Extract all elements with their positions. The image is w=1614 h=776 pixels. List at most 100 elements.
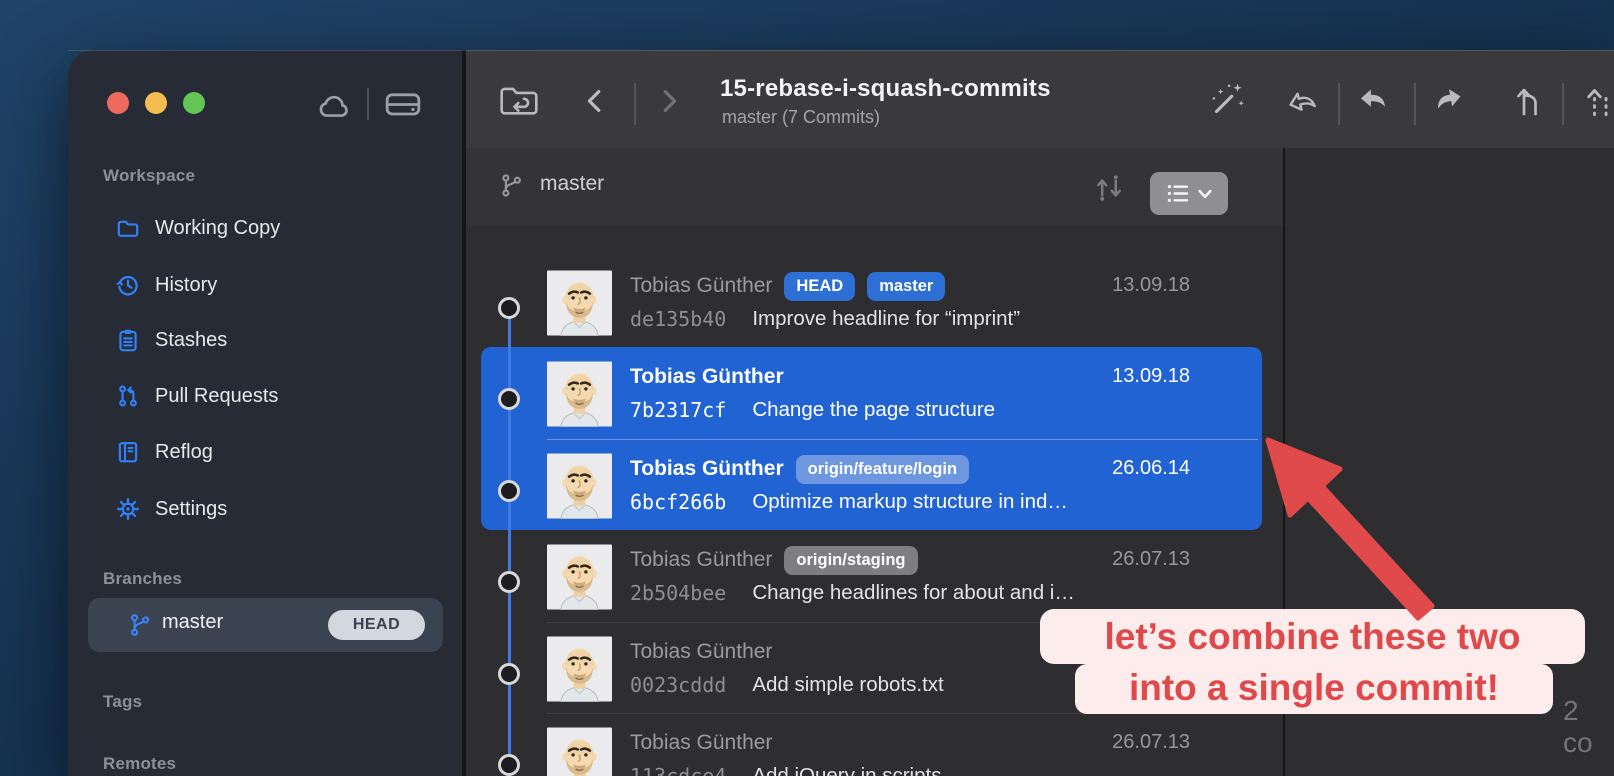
avatar <box>547 453 612 519</box>
section-label-remotes: Remotes <box>103 754 176 774</box>
commit-author-avatar <box>547 544 612 610</box>
ref-badge-origin-feature-login: origin/feature/login <box>796 455 969 484</box>
gear-icon <box>115 496 141 522</box>
discard-button[interactable] <box>1280 80 1322 122</box>
commit-author-avatar <box>547 453 612 519</box>
detail-panel-text-fragment: 2 co <box>1563 695 1614 759</box>
sidebar-item-label: Pull Requests <box>155 381 278 411</box>
undo-arrow-icon <box>1352 80 1394 122</box>
commit-author: Tobias Günther <box>630 548 772 572</box>
chevron-right-icon <box>654 84 684 118</box>
toolbar-divider <box>1338 83 1340 125</box>
commit-row[interactable]: Tobias Günther origin/staging 26.07.13 2b50… <box>466 530 1283 621</box>
sidebar-item-label: Reflog <box>155 437 213 467</box>
sidebar-item-label: Stashes <box>155 325 227 355</box>
commit-date: 13.09.18 <box>1112 365 1190 388</box>
cloud-icon[interactable] <box>315 90 353 120</box>
toolbar: 15-rebase-i-squash-commits master (7 Com… <box>466 50 1614 149</box>
history-clock-icon <box>115 272 141 298</box>
list-view-icon <box>1166 181 1191 206</box>
commit-author-avatar <box>547 727 612 776</box>
commit-hash: 2b504bee <box>630 581 726 605</box>
ref-badge-master: master <box>867 272 945 301</box>
open-repo-folder-button[interactable] <box>498 80 540 122</box>
avatar <box>547 727 612 776</box>
folder-icon <box>115 215 141 241</box>
ref-badge-origin-staging: origin/staging <box>784 546 917 575</box>
compare-arrows-icon[interactable] <box>1092 173 1126 203</box>
traffic-light-minimize[interactable] <box>145 92 167 114</box>
merge-branch-icon <box>1509 80 1549 122</box>
chevron-left-icon <box>580 84 610 118</box>
commit-message: Change headlines for about and i… <box>752 581 1075 605</box>
git-branch-icon <box>127 612 153 638</box>
magic-wand-icon <box>1206 80 1248 122</box>
commit-row[interactable]: Tobias Günther 26.07.13 113cdce4 Add jQuery… <box>466 713 1283 776</box>
merge-button[interactable] <box>1508 80 1550 122</box>
sidebar-item-working-copy[interactable]: Working Copy <box>115 213 280 243</box>
sidebar-item-reflog[interactable]: Reflog <box>115 437 213 467</box>
sidebar-item-label: History <box>155 270 217 300</box>
commit-row[interactable]: Tobias Günther HEAD master 13.09.18 de135b40… <box>466 256 1283 347</box>
commit-row[interactable]: Tobias Günther13.09.187b2317cfChange the… <box>466 347 1283 438</box>
commit-author: Tobias Günther <box>630 274 772 298</box>
pull-button[interactable] <box>1584 80 1614 122</box>
commit-date: 26.07.13 <box>1112 731 1190 754</box>
history-branch-label: master <box>540 172 604 196</box>
section-label-branches: Branches <box>103 569 182 589</box>
chevron-down-icon <box>1198 189 1212 199</box>
sidebar-item-stashes[interactable]: Stashes <box>115 325 227 355</box>
commit-author-avatar <box>547 361 612 427</box>
sidebar-item-settings[interactable]: Settings <box>115 494 227 524</box>
head-badge: HEAD <box>328 610 425 640</box>
avatar <box>547 544 612 610</box>
commit-message: Improve headline for “imprint” <box>752 307 1020 331</box>
pull-request-icon <box>115 383 141 409</box>
repo-subtitle: master (7 Commits) <box>722 107 880 128</box>
redo-button[interactable] <box>1428 80 1470 122</box>
commit-hash: 0023cddd <box>630 673 726 697</box>
commit-hash: 113cdce4 <box>630 764 726 776</box>
commit-message: Optimize markup structure in ind… <box>752 490 1068 514</box>
commit-author: Tobias Günther <box>630 640 772 664</box>
commit-message: Add jQuery in scripts <box>752 764 941 776</box>
sidebar-item-label: Working Copy <box>155 213 280 243</box>
commit-date: 26.07.13 <box>1112 548 1190 571</box>
forward-button[interactable] <box>648 80 690 122</box>
undo-button[interactable] <box>1352 80 1394 122</box>
repo-folder-icon <box>498 83 540 119</box>
ref-badge-head: HEAD <box>784 272 855 301</box>
sidebar-item-history[interactable]: History <box>115 270 217 300</box>
repo-title: 15-rebase-i-squash-commits <box>720 75 1051 103</box>
toolbar-divider <box>1562 83 1564 125</box>
sidebar-item-label: Settings <box>155 494 227 524</box>
commit-message: Change the page structure <box>752 398 995 422</box>
commit-hash: 6bcf266b <box>630 490 726 514</box>
back-button[interactable] <box>574 80 616 122</box>
section-label-tags: Tags <box>103 692 142 712</box>
pull-dashed-arrow-icon <box>1584 80 1614 122</box>
avatar <box>547 636 612 702</box>
sidebar-item-branch-master[interactable]: master HEAD <box>88 598 443 652</box>
commit-author-avatar <box>547 636 612 702</box>
list-view-dropdown-button[interactable] <box>1150 172 1228 215</box>
nav-divider <box>634 83 636 125</box>
drive-icon[interactable] <box>383 88 423 120</box>
commit-author: Tobias Günther <box>630 731 772 755</box>
commit-message: Add simple robots.txt <box>752 673 943 697</box>
book-icon <box>115 439 141 465</box>
commit-date: 13.09.18 <box>1112 274 1190 297</box>
commit-row[interactable]: Tobias Günther origin/feature/login 26.06.… <box>466 439 1283 530</box>
annotation-arrow <box>1240 420 1460 640</box>
commit-author: Tobias Günther <box>630 457 784 481</box>
traffic-light-zoom[interactable] <box>183 92 205 114</box>
commit-hash: de135b40 <box>630 307 726 331</box>
avatar <box>547 361 612 427</box>
sidebar-item-pull-requests[interactable]: Pull Requests <box>115 381 278 411</box>
traffic-light-close[interactable] <box>107 92 129 114</box>
desktop: Workspace Working Copy History <box>0 0 1614 776</box>
quick-actions-button[interactable] <box>1206 80 1248 122</box>
redo-arrow-icon <box>1428 80 1470 122</box>
commit-author: Tobias Günther <box>630 365 784 389</box>
commit-date: 26.06.14 <box>1112 457 1190 480</box>
